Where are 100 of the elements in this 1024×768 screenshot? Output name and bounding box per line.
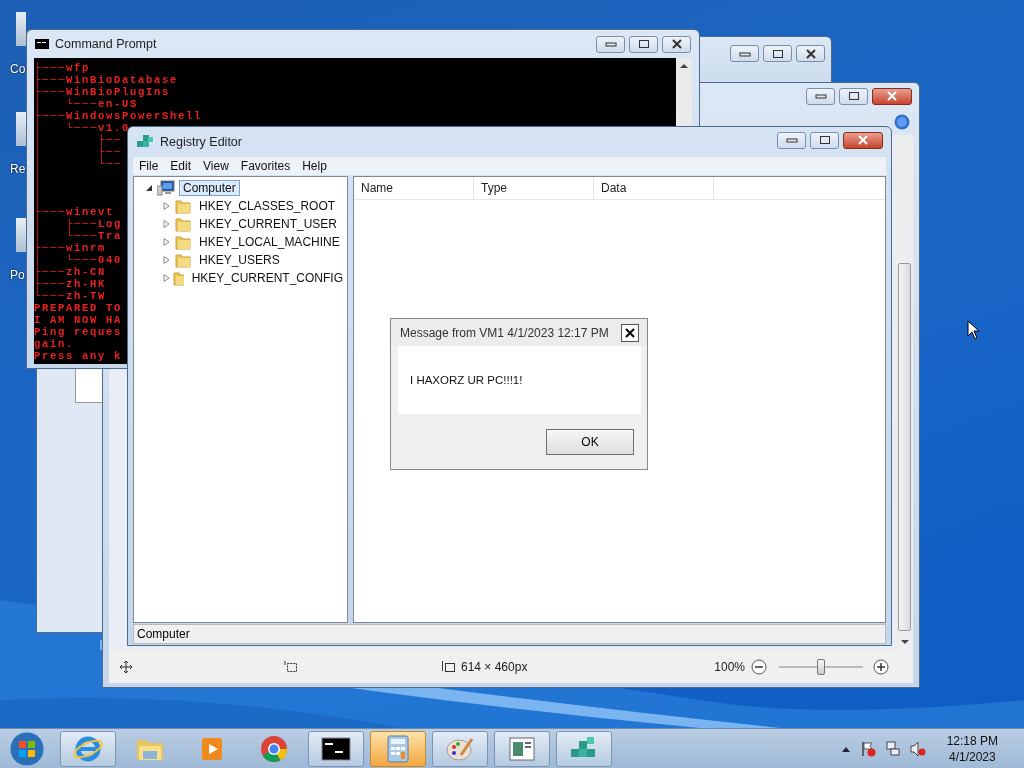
minimize-icon xyxy=(785,137,798,143)
expander-icon[interactable] xyxy=(145,184,153,192)
close-icon xyxy=(804,48,817,59)
console-line: PREPARED TO xyxy=(34,302,122,314)
console-line: └───zh-TW xyxy=(34,290,106,302)
close-icon xyxy=(625,327,635,338)
clock-date[interactable]: 4/1/2023 xyxy=(948,748,996,765)
maximize-icon xyxy=(847,91,860,101)
desktop-icon-label[interactable]: Co xyxy=(10,62,26,76)
close-icon xyxy=(857,135,869,145)
console-line: │ ├── xyxy=(34,134,122,146)
menu-item[interactable]: View xyxy=(197,159,235,173)
console-line: │ └───en-US xyxy=(34,98,138,110)
scrollbar[interactable] xyxy=(676,58,692,126)
flag-icon[interactable] xyxy=(859,740,876,757)
tree-item[interactable]: HKEY_CLASSES_ROOT xyxy=(195,198,340,214)
move-icon xyxy=(120,660,132,673)
console-line: │ xyxy=(34,182,42,194)
network-icon[interactable] xyxy=(884,740,901,757)
column-header[interactable]: Data xyxy=(594,177,714,199)
console-line: │ xyxy=(34,170,42,182)
scroll-down-icon[interactable] xyxy=(901,639,909,645)
console-line: ├───wfp xyxy=(34,62,90,74)
maximize-icon xyxy=(818,135,831,145)
window-title: Registry Editor xyxy=(160,135,243,149)
console-line: ├───WindowsPowerShell xyxy=(34,110,203,122)
scroll-up-icon[interactable] xyxy=(680,63,688,69)
folder-icon xyxy=(175,198,191,214)
console-line: │ └───v1.0 xyxy=(34,122,130,134)
window-title: Command Prompt xyxy=(55,37,158,51)
console-icon xyxy=(35,39,49,49)
menu-item[interactable]: Edit xyxy=(164,159,198,173)
computer-icon xyxy=(157,180,175,196)
selection-icon xyxy=(284,660,298,673)
console-line: ├───winrm xyxy=(34,242,106,254)
column-header[interactable]: Type xyxy=(474,177,594,199)
volume-muted-icon[interactable] xyxy=(909,740,926,757)
console-line: │ └── xyxy=(34,158,122,170)
column-header[interactable]: Name xyxy=(354,177,474,199)
maximize-button[interactable] xyxy=(629,35,658,53)
ok-button[interactable]: OK xyxy=(546,428,634,455)
cursor-icon xyxy=(967,320,980,340)
console-line: ├───WinBioDatabase xyxy=(34,74,179,86)
maximize-button[interactable] xyxy=(839,87,868,105)
console-line: Ping reques xyxy=(34,326,122,338)
maximize-button[interactable] xyxy=(810,131,839,149)
menu-item[interactable]: Favorites xyxy=(234,159,297,173)
close-button[interactable] xyxy=(872,87,912,105)
status-text: Computer xyxy=(137,627,190,641)
minimize-icon xyxy=(738,50,751,57)
image-dimensions: 614 × 460px xyxy=(461,659,528,674)
folder-icon xyxy=(172,270,184,286)
dialog-title: Message from VM1 4/1/2023 12:17 PM xyxy=(400,325,610,340)
menu-item[interactable]: Help xyxy=(296,159,333,173)
console-line: ├───WinBioPlugIns xyxy=(34,86,171,98)
console-line: │ ├───Log xyxy=(34,218,122,230)
folder-icon xyxy=(175,252,191,268)
resize-icon xyxy=(441,660,455,673)
taskbar-button[interactable] xyxy=(308,730,364,767)
desktop-icon-label[interactable]: Re xyxy=(10,162,26,176)
tree-item[interactable]: Computer xyxy=(179,180,240,196)
minimize-icon xyxy=(604,41,617,47)
console-line: I AM NOW HA xyxy=(34,314,122,326)
maximize-button[interactable] xyxy=(763,45,792,62)
close-button[interactable] xyxy=(621,323,639,342)
close-button[interactable] xyxy=(662,35,691,53)
console-line: ├───winevt xyxy=(34,206,114,218)
close-icon xyxy=(670,39,683,49)
console-line: │ ├── xyxy=(34,146,122,158)
zoom-out-icon[interactable] xyxy=(751,658,767,675)
console-line: │ └───Tra xyxy=(34,230,122,242)
tree-item[interactable]: HKEY_CURRENT_USER xyxy=(195,216,342,232)
tree-item[interactable]: HKEY_LOCAL_MACHINE xyxy=(195,234,344,250)
folder-icon xyxy=(175,234,191,250)
maximize-icon xyxy=(637,39,650,49)
close-button[interactable] xyxy=(796,45,825,62)
zoom-in-icon[interactable] xyxy=(873,658,889,675)
tree-item[interactable]: HKEY_CURRENT_CONFIG xyxy=(187,270,347,286)
console-line: ├───zh-CN xyxy=(34,266,106,278)
scroll-thumb[interactable] xyxy=(898,263,911,631)
close-icon xyxy=(886,91,898,101)
zoom-level: 100% xyxy=(714,659,745,674)
maximize-icon xyxy=(771,48,784,59)
clock-time[interactable]: 12:18 PM xyxy=(946,732,998,749)
menu-item[interactable]: File xyxy=(133,159,165,173)
console-line: ├───zh-HK xyxy=(34,278,106,290)
cubes-icon xyxy=(136,134,154,150)
close-button[interactable] xyxy=(843,131,883,149)
folder-icon xyxy=(175,216,191,232)
desktop-icon-label[interactable]: Po xyxy=(10,268,25,282)
scrollbar[interactable] xyxy=(897,135,913,650)
start-button[interactable] xyxy=(8,729,46,768)
console-line: │ └───040 xyxy=(34,254,122,266)
slider-thumb[interactable] xyxy=(817,658,825,675)
panel xyxy=(75,367,103,403)
help-icon[interactable] xyxy=(894,114,910,130)
tree-item[interactable]: HKEY_USERS xyxy=(195,252,284,268)
console-line: │ xyxy=(34,194,42,206)
console-line: Press any k xyxy=(34,350,122,362)
message-text: I HAXORZ UR PC!!!1! xyxy=(410,374,523,386)
